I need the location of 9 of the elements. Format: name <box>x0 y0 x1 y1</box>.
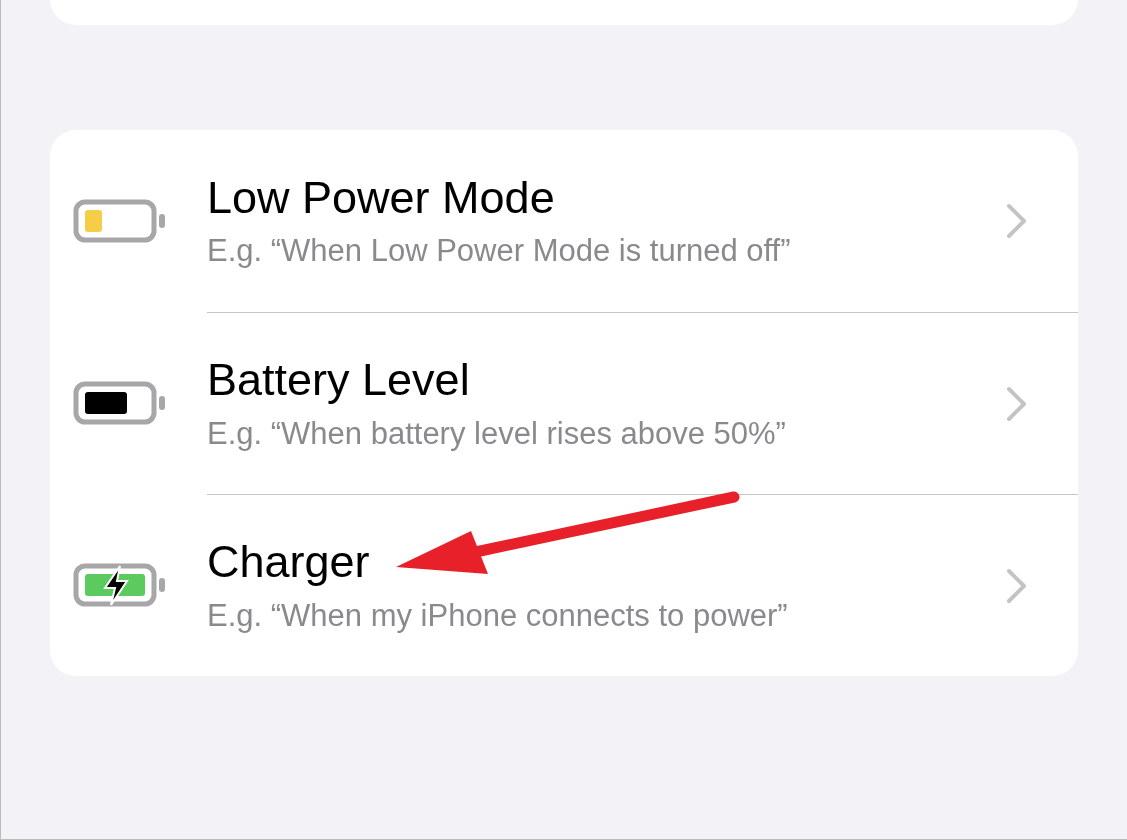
row-subtitle: E.g. “When my iPhone connects to power” <box>207 596 789 634</box>
chevron-icon[interactable] <box>1006 385 1028 422</box>
row-subtitle: E.g. “When Low Power Mode is turned off” <box>207 232 792 270</box>
chevron-icon[interactable] <box>1006 203 1028 239</box>
row-title: Low Power Mode <box>207 172 556 223</box>
row-title: Battery Level <box>207 355 471 405</box>
chevron-icon[interactable] <box>1006 567 1028 604</box>
row-subtitle: E.g. “When battery level rises above 50%” <box>207 414 787 452</box>
row-title: Charger <box>207 537 371 587</box>
